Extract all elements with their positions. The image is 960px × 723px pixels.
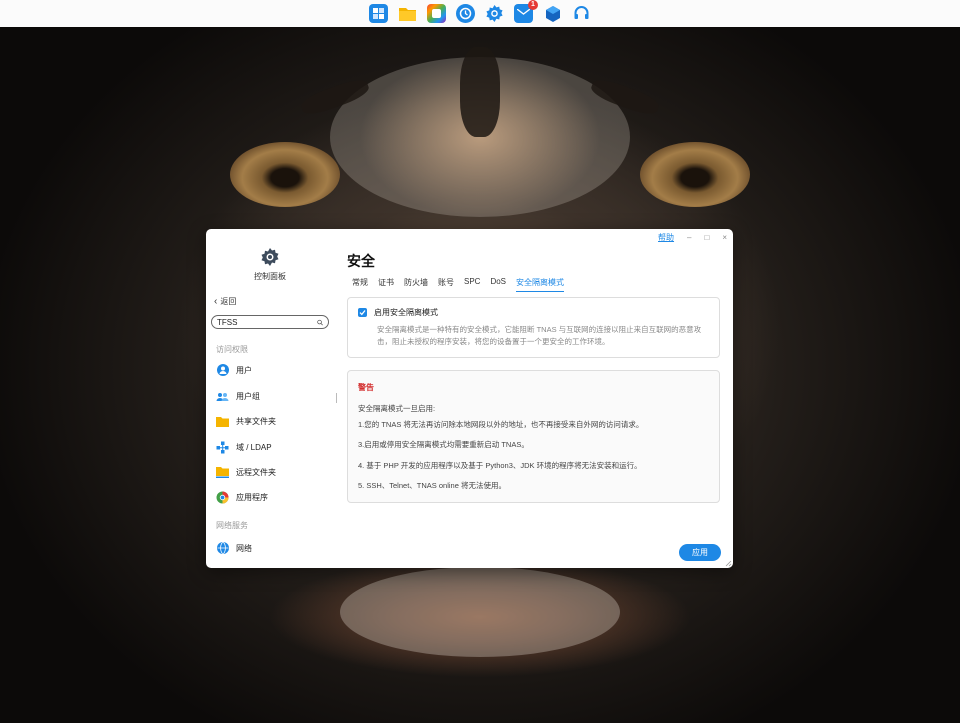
tab-certificate[interactable]: 证书 bbox=[378, 277, 394, 291]
security-box-icon[interactable] bbox=[543, 4, 562, 23]
sidebar-item-users[interactable]: 用户 bbox=[216, 363, 252, 377]
file-manager-icon[interactable] bbox=[398, 4, 417, 23]
sidebar-item-label: 网络 bbox=[236, 543, 252, 553]
tab-spc[interactable]: SPC bbox=[464, 277, 480, 291]
top-dock: 1 bbox=[0, 0, 960, 27]
sidebar-title: 控制面板 bbox=[254, 272, 286, 281]
warning-line: 1.您的 TNAS 将无法再访问除本地网段以外的地址，也不再接受来自外网的访问请… bbox=[358, 420, 644, 429]
control-panel-window: 帮助 – □ × 控制面板 ‹ 返回 访问权限 用户 用户组 共 bbox=[206, 229, 733, 568]
isolation-settings-panel: 启用安全隔离模式 安全隔离模式是一种特有的安全模式，它能阻断 TNAS 与互联网… bbox=[347, 297, 720, 358]
sidebar-divider[interactable] bbox=[336, 393, 337, 403]
search-input[interactable] bbox=[217, 317, 317, 327]
apply-button[interactable]: 应用 bbox=[679, 544, 721, 561]
warning-line: 5. SSH、Telnet、TNAS online 将无法使用。 bbox=[358, 481, 506, 490]
network-icon bbox=[216, 542, 229, 555]
enable-isolation-label: 启用安全隔离模式 bbox=[374, 308, 438, 317]
sidebar-item-label: 用户 bbox=[236, 365, 252, 375]
sidebar-item-remote-folders[interactable]: 远程文件夹 bbox=[216, 465, 276, 479]
chevron-left-icon: ‹ bbox=[214, 296, 218, 307]
sidebar-item-label: 应用程序 bbox=[236, 492, 268, 502]
page-title: 安全 bbox=[347, 253, 375, 269]
control-panel-icon bbox=[261, 248, 279, 266]
sidebar-item-user-groups[interactable]: 用户组 bbox=[216, 389, 260, 403]
app-center-icon[interactable] bbox=[369, 4, 388, 23]
tab-dos[interactable]: DoS bbox=[490, 277, 506, 291]
search-field[interactable] bbox=[211, 315, 329, 329]
section-label-access: 访问权限 bbox=[216, 345, 248, 354]
isolation-description: 安全隔离模式是一种特有的安全模式，它能阻断 TNAS 与互联网的连接以阻止来自互… bbox=[377, 325, 702, 346]
remote-folder-icon bbox=[216, 466, 229, 479]
back-label: 返回 bbox=[220, 297, 237, 306]
sidebar-item-label: 域 / LDAP bbox=[236, 442, 272, 452]
resize-grip-icon[interactable] bbox=[724, 559, 732, 567]
control-panel-gear-icon[interactable] bbox=[485, 4, 504, 23]
sidebar-item-network[interactable]: 网络 bbox=[216, 541, 252, 555]
tab-firewall[interactable]: 防火墙 bbox=[404, 277, 428, 291]
user-group-icon bbox=[216, 390, 229, 403]
applications-icon bbox=[216, 491, 229, 504]
left-eye bbox=[230, 142, 340, 207]
enable-isolation-row[interactable]: 启用安全隔离模式 bbox=[358, 307, 438, 318]
sidebar-item-label: 共享文件夹 bbox=[236, 416, 276, 426]
photos-icon[interactable] bbox=[427, 4, 446, 23]
sidebar-item-label: 用户组 bbox=[236, 391, 260, 401]
sidebar-item-applications[interactable]: 应用程序 bbox=[216, 490, 268, 504]
mail-icon[interactable]: 1 bbox=[514, 0, 538, 23]
warning-line: 4. 基于 PHP 开发的应用程序以及基于 Python3、JDK 环境的程序将… bbox=[358, 461, 642, 470]
sidebar-item-label: 远程文件夹 bbox=[236, 467, 276, 477]
right-eye bbox=[640, 142, 750, 207]
main-content: 安全 常规 证书 防火墙 账号 SPC DoS 安全隔离模式 启用安全隔离模式 … bbox=[346, 229, 733, 568]
warning-title: 警告 bbox=[358, 383, 374, 392]
back-button[interactable]: ‹ 返回 bbox=[214, 296, 236, 307]
warning-line: 3.启用或停用安全隔离模式均需要重新启动 TNAS。 bbox=[358, 440, 529, 449]
tab-security-isolation[interactable]: 安全隔离模式 bbox=[516, 277, 565, 292]
sidebar-item-shared-folders[interactable]: 共享文件夹 bbox=[216, 414, 276, 428]
domain-ldap-icon bbox=[216, 441, 229, 454]
backup-clock-icon[interactable] bbox=[456, 4, 475, 23]
mail-badge: 1 bbox=[528, 0, 538, 10]
tab-bar: 常规 证书 防火墙 账号 SPC DoS 安全隔离模式 bbox=[352, 277, 565, 292]
tab-general[interactable]: 常规 bbox=[352, 277, 368, 291]
tab-account[interactable]: 账号 bbox=[438, 277, 454, 291]
search-icon[interactable] bbox=[317, 318, 323, 327]
warning-panel: 警告 安全隔离模式一旦启用: 1.您的 TNAS 将无法再访问除本地网段以外的地… bbox=[347, 370, 720, 503]
user-icon bbox=[216, 364, 229, 377]
warning-intro: 安全隔离模式一旦启用: bbox=[358, 404, 436, 413]
section-label-network: 网络服务 bbox=[216, 521, 248, 530]
shared-folder-icon bbox=[216, 415, 229, 428]
checkmark-icon bbox=[359, 310, 366, 316]
sidebar-item-domain-ldap[interactable]: 域 / LDAP bbox=[216, 440, 272, 454]
sidebar: 控制面板 ‹ 返回 访问权限 用户 用户组 共享文件夹 域 / LDAP bbox=[206, 229, 334, 568]
enable-isolation-checkbox[interactable] bbox=[358, 308, 367, 317]
support-headset-icon[interactable] bbox=[572, 4, 591, 23]
